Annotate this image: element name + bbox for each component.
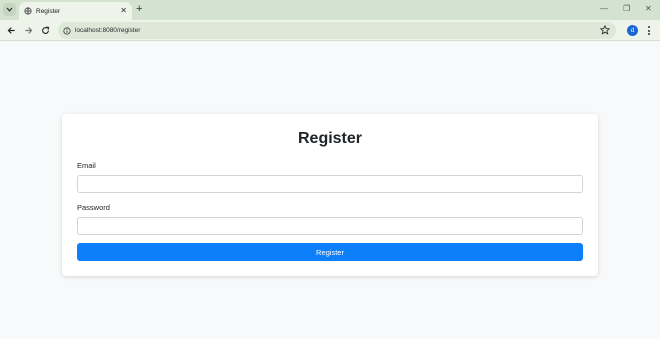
address-bar[interactable]: localhost:8080/register xyxy=(58,22,616,39)
tab-title: Register xyxy=(36,7,61,15)
register-button[interactable]: Register xyxy=(77,243,583,261)
register-card: Register Email Password Register xyxy=(62,114,598,276)
minimize-button[interactable]: — xyxy=(600,4,608,14)
password-label: Password xyxy=(77,203,110,212)
email-input[interactable] xyxy=(77,175,583,193)
browser-tab-bar: Register ✕ + — ❐ ✕ xyxy=(0,0,660,20)
arrow-right-icon xyxy=(24,26,32,34)
password-input[interactable] xyxy=(77,217,583,235)
globe-icon xyxy=(24,7,32,15)
tab-close-icon[interactable]: ✕ xyxy=(120,7,127,15)
profile-avatar[interactable]: d xyxy=(627,25,638,36)
reload-icon xyxy=(41,26,49,34)
forward-button[interactable] xyxy=(23,25,33,35)
site-info-icon xyxy=(63,26,71,35)
restore-button[interactable]: ❐ xyxy=(623,4,630,14)
browser-menu-icon[interactable] xyxy=(646,25,652,36)
email-label: Email xyxy=(77,161,96,170)
reload-button[interactable] xyxy=(40,25,50,35)
back-button[interactable] xyxy=(6,25,16,35)
window-close-button[interactable]: ✕ xyxy=(645,4,652,14)
new-tab-button[interactable]: + xyxy=(136,3,142,15)
tab-search-button[interactable] xyxy=(3,3,16,16)
url-text: localhost:8080/register xyxy=(75,27,141,34)
arrow-left-icon xyxy=(7,26,15,34)
tab-register[interactable]: Register ✕ xyxy=(19,2,132,20)
bookmark-star-icon[interactable] xyxy=(600,25,610,35)
browser-toolbar: localhost:8080/register d xyxy=(0,20,660,41)
chevron-down-icon xyxy=(6,7,13,12)
page-title: Register xyxy=(297,130,363,147)
